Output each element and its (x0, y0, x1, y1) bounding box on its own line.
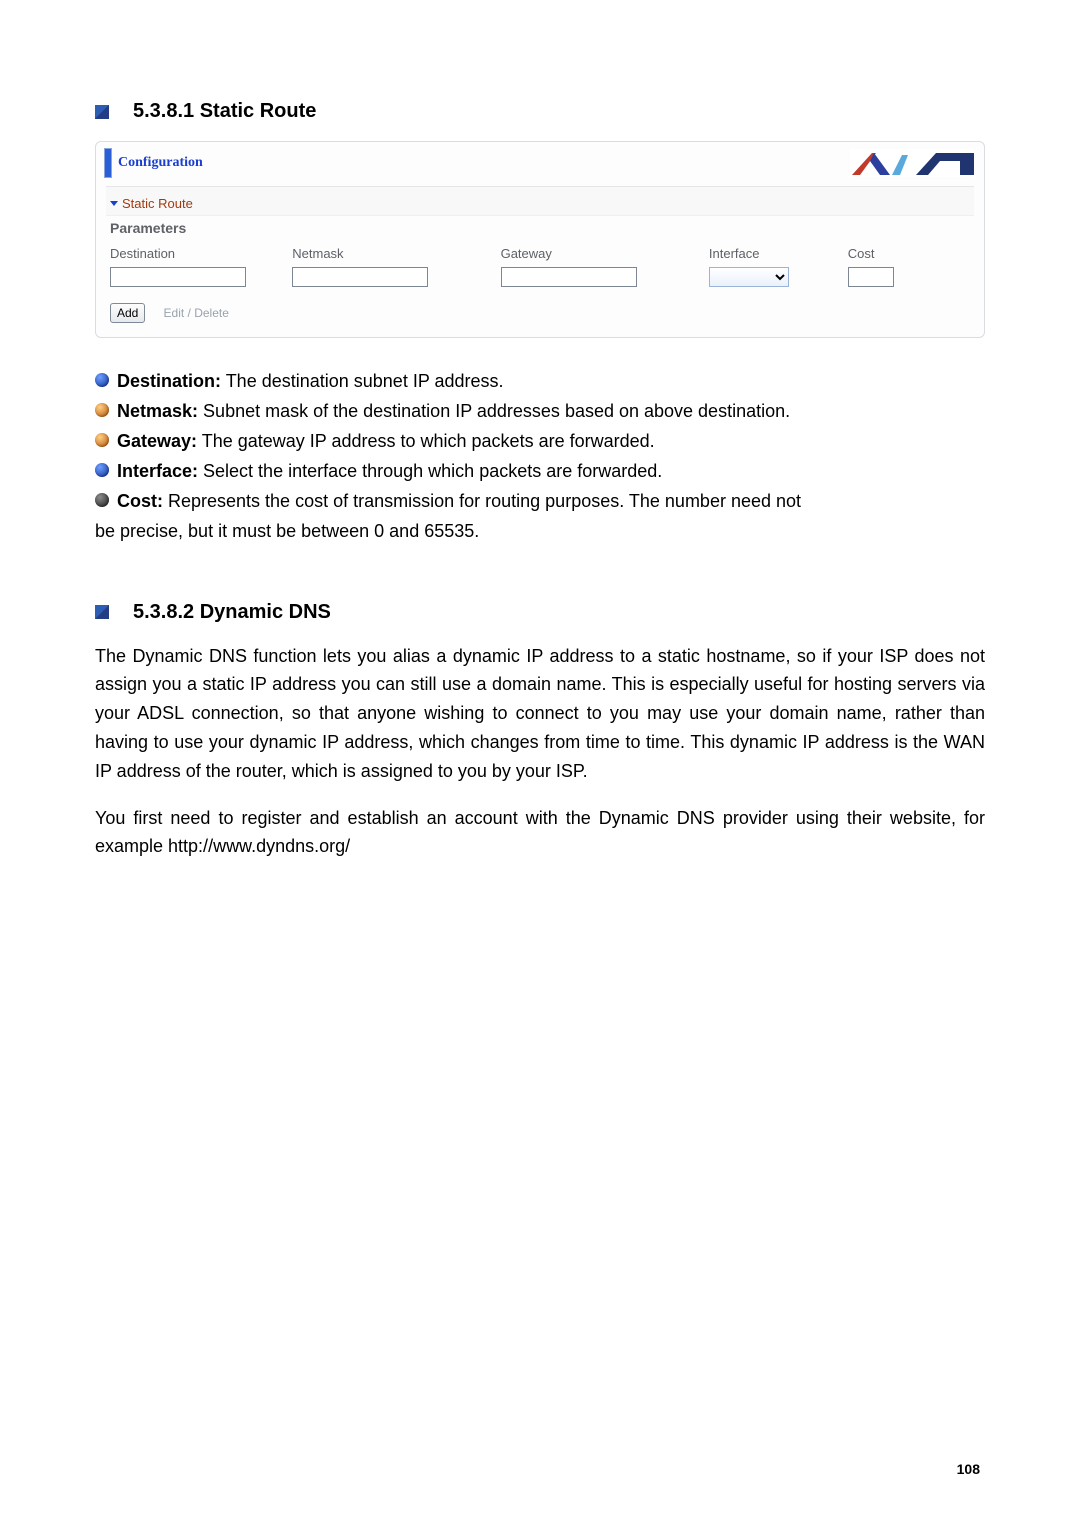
static-route-subsection[interactable]: Static Route (110, 196, 193, 211)
square-bullet-icon (95, 605, 109, 619)
desc-gateway: Gateway: The gateway IP address to which… (95, 428, 985, 454)
destination-input[interactable] (110, 267, 246, 287)
desc-interface-text: Select the interface through which packe… (198, 461, 662, 481)
desc-netmask-label: Netmask: (117, 401, 198, 421)
desc-destination-label: Destination: (117, 371, 221, 391)
desc-destination: Destination: The destination subnet IP a… (95, 368, 985, 394)
desc-interface: Interface: Select the interface through … (95, 458, 985, 484)
desc-interface-label: Interface: (117, 461, 198, 481)
page-number: 108 (957, 1461, 980, 1477)
bullet-icon (95, 373, 109, 387)
bullet-icon (95, 433, 109, 447)
netmask-input[interactable] (292, 267, 428, 287)
parameters-label: Parameters (106, 216, 974, 242)
desc-netmask-text: Subnet mask of the destination IP addres… (198, 401, 790, 421)
desc-gateway-label: Gateway: (117, 431, 197, 451)
col-netmask: Netmask (288, 242, 496, 265)
interface-select[interactable] (709, 267, 789, 287)
panel-header: Configuration (96, 142, 984, 186)
dynamic-dns-paragraph-2: You first need to register and establish… (95, 804, 985, 862)
section-heading-dynamic-dns: 5.3.8.2 Dynamic DNS (95, 601, 985, 624)
caret-down-icon (110, 201, 118, 206)
edit-delete-link[interactable]: Edit / Delete (164, 306, 229, 320)
col-cost: Cost (844, 242, 974, 265)
bullet-icon (95, 403, 109, 417)
desc-cost-continued: be precise, but it must be between 0 and… (95, 518, 985, 544)
brand-logo-icon (850, 149, 974, 177)
desc-destination-text: The destination subnet IP address. (221, 371, 504, 391)
cost-input[interactable] (848, 267, 894, 287)
desc-cost: Cost: Represents the cost of transmissio… (95, 488, 985, 514)
col-destination: Destination (106, 242, 288, 265)
configuration-panel: Configuration Static Route Parameters (95, 141, 985, 338)
gateway-input[interactable] (501, 267, 637, 287)
subsection-label: Static Route (122, 196, 193, 211)
desc-gateway-text: The gateway IP address to which packets … (197, 431, 655, 451)
desc-cost-text: Represents the cost of transmission for … (163, 491, 801, 511)
col-interface: Interface (705, 242, 844, 265)
bullet-icon (95, 463, 109, 477)
add-button[interactable]: Add (110, 303, 145, 323)
heading-static-route: 5.3.8.1 Static Route (133, 100, 316, 123)
dynamic-dns-paragraph-1: The Dynamic DNS function lets you alias … (95, 642, 985, 786)
panel-accent-bar (104, 148, 112, 178)
panel-title: Configuration (118, 155, 203, 171)
bullet-icon (95, 493, 109, 507)
desc-cost-label: Cost: (117, 491, 163, 511)
square-bullet-icon (95, 105, 109, 119)
section-heading-static-route: 5.3.8.1 Static Route (95, 100, 985, 123)
field-descriptions: Destination: The destination subnet IP a… (95, 368, 985, 545)
heading-dynamic-dns: 5.3.8.2 Dynamic DNS (133, 601, 331, 624)
col-gateway: Gateway (497, 242, 705, 265)
desc-netmask: Netmask: Subnet mask of the destination … (95, 398, 985, 424)
static-route-form-table: Destination Netmask Gateway Interface Co… (106, 242, 974, 297)
